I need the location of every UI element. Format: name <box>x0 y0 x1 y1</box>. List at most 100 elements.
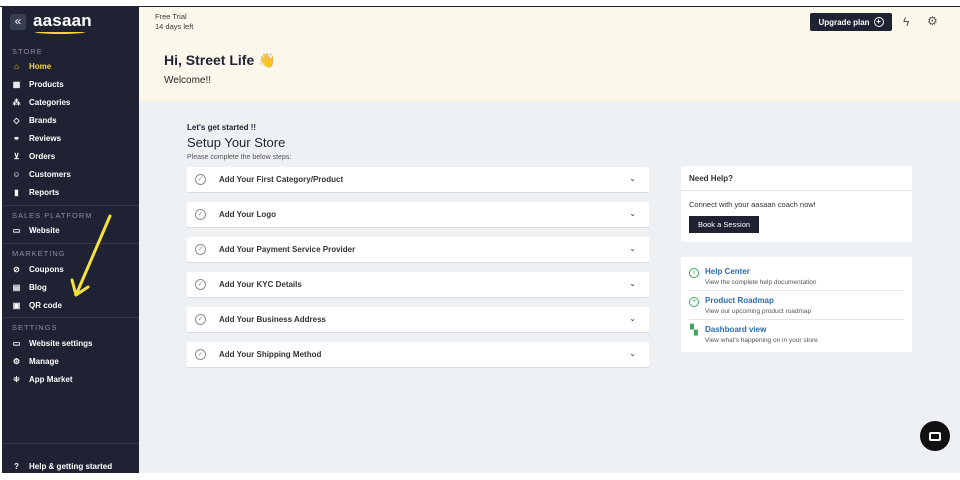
trial-days-left: 14 days left <box>155 22 194 31</box>
setup-step-logo[interactable]: ✓ Add Your Logo ⌄ <box>187 202 649 228</box>
resource-name[interactable]: Dashboard view <box>705 325 766 334</box>
sidebar-item-home[interactable]: ⌂ Home <box>12 58 136 74</box>
sidebar-item-label: Blog <box>29 282 47 292</box>
sidebar-item-label: Customers <box>29 169 71 179</box>
dashboard-icon: ▚ <box>690 325 698 336</box>
card-divider <box>681 190 912 191</box>
resource-desc: View what's happening on in your store <box>705 337 818 344</box>
sidebar-item-categories[interactable]: ⁂ Categories <box>12 94 136 110</box>
setup-step-label: Add Your KYC Details <box>219 280 302 289</box>
sidebar-item-label: Home <box>29 61 52 71</box>
sidebar-item-brands[interactable]: ◇ Brands <box>12 112 136 128</box>
sidebar-item-label: QR code <box>29 300 62 310</box>
plus-circle-icon: + <box>873 17 884 27</box>
bolt-icon[interactable]: ϟ <box>903 15 909 29</box>
sidebar-item-label: Website <box>29 225 60 235</box>
sidebar-item-customers[interactable]: ☺ Customers <box>12 166 136 182</box>
info-icon: i <box>689 268 699 278</box>
header: Free Trial 14 days left Upgrade plan + ϟ… <box>139 7 960 101</box>
gear-icon: ⚙ <box>12 356 21 366</box>
apps-icon: ⁜ <box>13 374 20 384</box>
check-circle-icon: ✓ <box>195 174 206 185</box>
check-circle-icon: ✓ <box>195 279 206 290</box>
section-marketing: MARKETING <box>12 249 66 258</box>
book-session-button[interactable]: Book a Session <box>689 216 759 233</box>
monitor-icon: ▭ <box>12 225 21 235</box>
sidebar-item-coupons[interactable]: ⊘ Coupons <box>12 261 136 277</box>
qr-icon: ▣ <box>12 300 21 310</box>
sidebar-divider <box>2 243 139 244</box>
sidebar-item-label: Brands <box>29 115 57 125</box>
sidebar-divider <box>2 317 139 318</box>
setup-subtitle: Please complete the below steps: <box>187 154 292 161</box>
section-store: STORE <box>12 47 43 56</box>
sidebar-item-label: Coupons <box>29 264 64 274</box>
chat-icon <box>929 431 941 441</box>
chevron-down-icon: ⌄ <box>629 279 636 288</box>
collapse-sidebar-button[interactable]: « <box>10 14 26 30</box>
trial-label: Free Trial <box>155 12 187 21</box>
sidebar-item-label: Manage <box>29 356 59 366</box>
sidebar-item-reviews[interactable]: ⚭ Reviews <box>12 130 136 146</box>
setup-step-business-address[interactable]: ✓ Add Your Business Address ⌄ <box>187 307 649 333</box>
resource-dashboard-view[interactable]: ▚ Dashboard view View what's happening o… <box>689 323 904 349</box>
upgrade-plan-button[interactable]: Upgrade plan + <box>810 13 892 31</box>
need-help-title: Need Help? <box>689 174 734 183</box>
setup-step-label: Add Your Payment Service Provider <box>219 245 356 254</box>
settings-gear-icon[interactable]: ⚙ <box>927 14 938 28</box>
section-sales-platform: SALES PLATFORM <box>12 211 93 220</box>
sidebar-item-help[interactable]: ? Help & getting started <box>12 458 136 474</box>
setup-title: Setup Your Store <box>187 135 286 150</box>
resource-product-roadmap[interactable]: + Product Roadmap View our upcoming prod… <box>689 294 904 320</box>
sidebar-item-label: Categories <box>29 97 71 107</box>
setup-step-category-product[interactable]: ✓ Add Your First Category/Product ⌄ <box>187 167 649 193</box>
categories-icon: ⁂ <box>12 97 21 107</box>
cart-icon: ⊻ <box>13 151 20 161</box>
grid-icon: ▦ <box>12 79 21 89</box>
sidebar-item-manage[interactable]: ⚙ Manage <box>12 353 136 369</box>
app-root: « aasaan STORE ⌂ Home ▦ Products ⁂ Categori… <box>0 0 960 480</box>
page-greeting: Hi, Street Life 👋 <box>164 52 276 68</box>
logo-swoosh <box>35 30 85 34</box>
brand-logo[interactable]: aasaan <box>33 11 92 31</box>
sidebar-item-qr-code[interactable]: ▣ QR code <box>12 297 136 313</box>
sidebar-item-products[interactable]: ▦ Products <box>12 76 136 92</box>
setup-step-label: Add Your Shipping Method <box>219 350 322 359</box>
check-circle-icon: ✓ <box>195 209 206 220</box>
users-icon: ☺ <box>12 169 21 179</box>
sidebar-item-website[interactable]: ▭ Website <box>12 222 136 238</box>
resources-card: i Help Center View the complete help doc… <box>681 257 912 352</box>
setup-step-payment[interactable]: ✓ Add Your Payment Service Provider ⌄ <box>187 237 649 263</box>
sidebar-item-website-settings[interactable]: ▭ Website settings <box>12 335 136 351</box>
sidebar-item-label: Help & getting started <box>29 461 113 471</box>
sidebar-divider <box>2 443 139 444</box>
sidebar-divider <box>2 205 139 206</box>
sidebar-item-label: Orders <box>29 151 56 161</box>
website-settings-icon: ▭ <box>12 338 21 348</box>
welcome-text: Welcome!! <box>164 75 212 86</box>
sidebar-item-label: Reviews <box>29 133 62 143</box>
sidebar-item-orders[interactable]: ⊻ Orders <box>12 148 136 164</box>
setup-step-label: Add Your Business Address <box>219 315 326 324</box>
setup-kicker: Let's get started !! <box>187 123 257 132</box>
home-icon: ⌂ <box>14 61 19 71</box>
resource-name[interactable]: Help Center <box>705 267 750 276</box>
sidebar-item-reports[interactable]: ▮ Reports <box>12 184 136 200</box>
plus-circle-icon: + <box>689 297 699 307</box>
check-circle-icon: ✓ <box>195 244 206 255</box>
resource-help-center[interactable]: i Help Center View the complete help doc… <box>689 265 904 291</box>
blog-icon: ▤ <box>12 282 21 292</box>
setup-step-shipping[interactable]: ✓ Add Your Shipping Method ⌄ <box>187 342 649 368</box>
setup-step-kyc[interactable]: ✓ Add Your KYC Details ⌄ <box>187 272 649 298</box>
chevron-down-icon: ⌄ <box>629 244 636 253</box>
upgrade-plan-label: Upgrade plan <box>818 17 870 27</box>
sidebar-item-app-market[interactable]: ⁜ App Market <box>12 371 136 387</box>
sidebar-item-blog[interactable]: ▤ Blog <box>12 279 136 295</box>
resource-name[interactable]: Product Roadmap <box>705 296 774 305</box>
main-content: Let's get started !! Setup Your Store Pl… <box>139 101 960 473</box>
link-icon: ⚭ <box>13 133 20 143</box>
sidebar-item-label: Website settings <box>29 338 93 348</box>
setup-step-label: Add Your First Category/Product <box>219 175 344 184</box>
chat-button[interactable] <box>920 421 950 451</box>
chart-icon: ▮ <box>14 187 19 197</box>
